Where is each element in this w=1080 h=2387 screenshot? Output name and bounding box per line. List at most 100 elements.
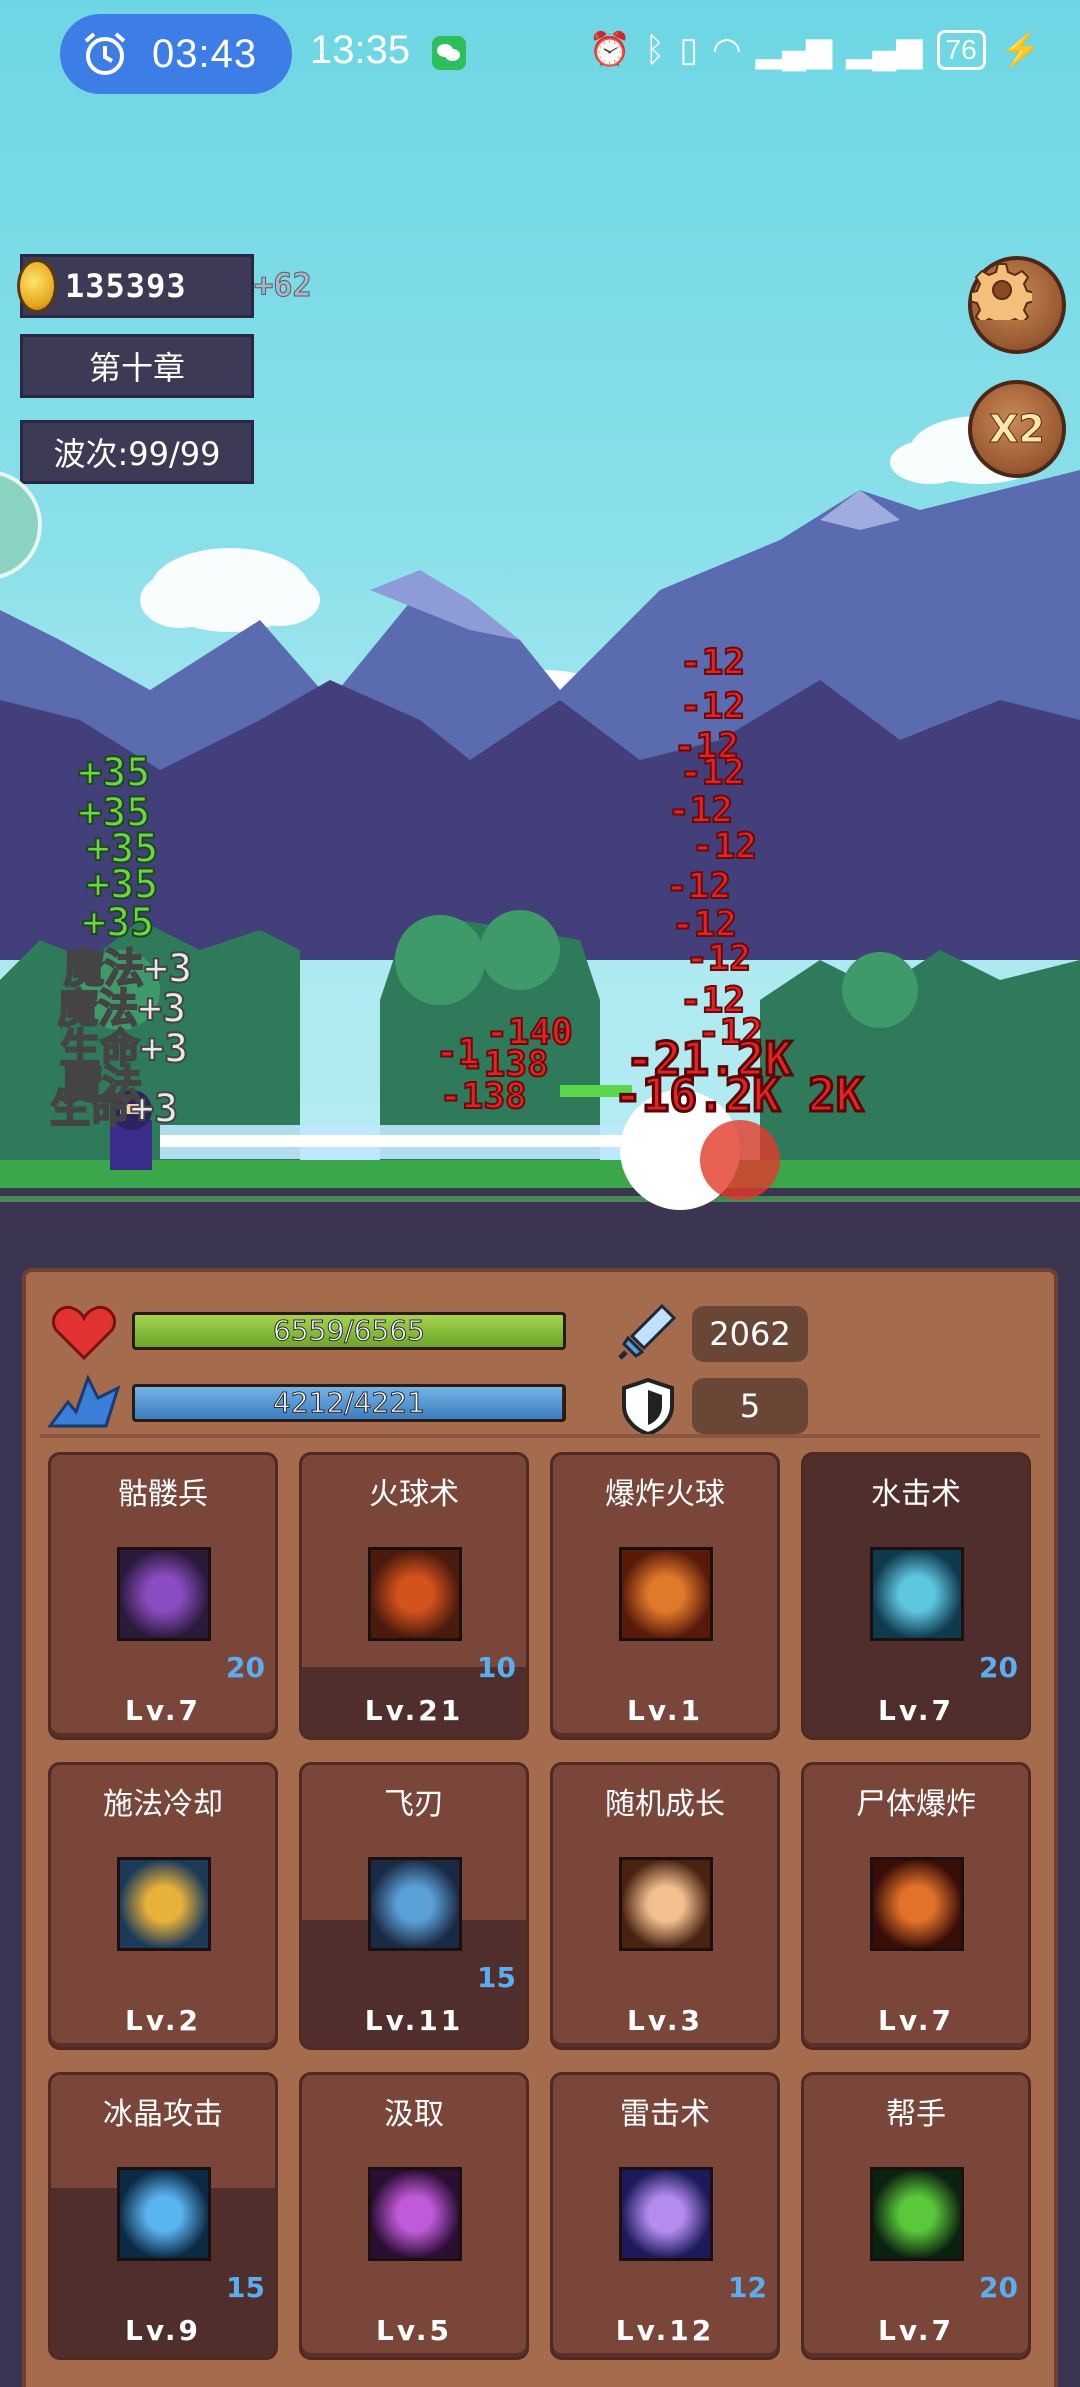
skill-card[interactable]: 雷击术 12 Lv.12 [550,2072,780,2360]
ice-crystal-icon [117,2167,211,2261]
skill-level: Lv.7 [878,1694,954,1727]
hp-bar: 6559/6565 [132,1312,566,1350]
skill-level: Lv.1 [627,1694,703,1727]
heart-icon [52,1305,116,1360]
speed-x2-button[interactable]: X2 [968,380,1066,478]
settings-button[interactable] [968,256,1066,354]
skill-level: Lv.11 [364,2004,464,2037]
skill-count: 15 [477,1961,516,1994]
damage-text-big: 2K [806,1067,864,1124]
skill-name: 水击术 [871,1477,961,1512]
mana-crystal-icon [48,1374,120,1428]
wechat-icon [432,36,466,70]
skill-name: 帮手 [886,2097,946,2132]
lightning-cooldown-icon [117,1857,211,1951]
timer-pill[interactable]: 03:43 [60,14,292,94]
skills-panel: 6559/6565 2062 4212/4221 5 骷髅兵 20 Lv.7 火球术 1… [22,1268,1058,2387]
skill-count: 10 [477,1651,516,1684]
chapter-label: 第十章 [20,334,254,398]
fist-growth-icon [619,1857,713,1951]
explosion-fireball-icon [619,1547,713,1641]
skill-level: Lv.21 [364,1694,464,1727]
wave-label: 波次:99/99 [20,420,254,484]
timer-value: 03:43 [152,31,258,76]
damage-text: -12 [679,641,746,684]
buff-text: 生命+3 [49,1085,179,1133]
damage-text: -12 [667,789,734,832]
mp-text: 4212/4221 [273,1386,426,1419]
gold-gain: +62 [254,266,313,305]
skill-card[interactable]: 随机成长 Lv.3 [550,1762,780,2050]
system-icons: ⏰ ᛒ ▯ ◠ ▂▄▆ ▂▄▆ 76 ⚡ [589,30,1042,70]
skill-name: 骷髅兵 [118,1477,208,1512]
skill-name: 尸体爆炸 [856,1787,976,1822]
skill-name: 飞刃 [384,1787,444,1822]
skill-grid: 骷髅兵 20 Lv.7 火球术 10 Lv.21 爆炸火球 Lv.1 水击术 20 Lv.7 施法冷却… [48,1452,1038,2360]
bluetooth-icon: ᛒ [644,30,666,69]
shield-icon [622,1377,674,1436]
skill-card[interactable]: 飞刃 15 Lv.11 [299,1762,529,2050]
vibrate-icon: ▯ [679,31,699,69]
skill-name: 火球术 [369,1477,459,1512]
panel-divider [40,1434,1040,1438]
gold-coin-icon [17,259,57,313]
skeleton-hand-icon [117,1547,211,1641]
skill-level: Lv.3 [627,2004,703,2037]
sword-icon [618,1303,677,1360]
mp-row: 4212/4221 5 [26,1364,1054,1436]
skill-card[interactable]: 施法冷却 Lv.2 [48,1762,278,2050]
damage-text-big: -16.2K [612,1067,781,1124]
skill-card[interactable]: 尸体爆炸 Lv.7 [801,1762,1031,2050]
damage-text: -12 [679,751,746,794]
drain-vortex-icon [368,2167,462,2261]
skill-count: 20 [979,1651,1018,1684]
slime-helper-icon [870,2167,964,2261]
wifi-icon: ◠ [712,31,742,69]
status-bar: 03:43 13:35 ⏰ ᛒ ▯ ◠ ▂▄▆ ▂▄▆ 76 ⚡ [0,0,1080,108]
damage-text: -12 [679,685,746,728]
skill-card[interactable]: 爆炸火球 Lv.1 [550,1452,780,1740]
skill-card[interactable]: 汲取 Lv.5 [299,2072,529,2360]
skill-card[interactable]: 帮手 20 Lv.7 [801,2072,1031,2360]
hp-row: 6559/6565 2062 [26,1292,1054,1362]
attack-value: 2062 [692,1306,808,1362]
charging-icon: ⚡ [999,31,1042,69]
corpse-explosion-icon [870,1857,964,1951]
damage-text: -1 [435,1031,480,1074]
damage-text: -138 [439,1075,528,1118]
skill-card[interactable]: 冰晶攻击 15 Lv.9 [48,2072,278,2360]
hp-text: 6559/6565 [273,1314,426,1347]
skill-name: 随机成长 [605,1787,725,1822]
damage-text: -12 [685,937,752,980]
gold-counter: 135393 [17,254,254,318]
gear-icon [972,263,1032,320]
skill-count: 20 [979,2271,1018,2304]
flying-blade-icon [368,1857,462,1951]
skill-level: Lv.2 [125,2004,201,2037]
clock: 13:35 [310,28,411,72]
water-swirl-icon [870,1547,964,1641]
mp-bar: 4212/4221 [132,1384,566,1422]
battle-scene: +35 +35 +35 +35 +35 魔法+3 魔法+3 生命+3 魔法 生命… [0,0,1080,1240]
skill-name: 汲取 [384,2097,444,2132]
fireball-icon [368,1547,462,1641]
skill-name: 雷击术 [620,2097,710,2132]
skill-name: 冰晶攻击 [103,2097,223,2132]
gold-value: 135393 [65,267,187,305]
skill-card[interactable]: 水击术 20 Lv.7 [801,1452,1031,1740]
skill-level: Lv.5 [376,2314,452,2347]
skill-card[interactable]: 火球术 10 Lv.21 [299,1452,529,1740]
signal-icon: ▂▄▆ [755,31,833,69]
skill-level: Lv.7 [878,2314,954,2347]
alarm-clock-icon [84,32,126,75]
defense-value: 5 [692,1378,808,1434]
skill-name: 施法冷却 [103,1787,223,1822]
damage-text: -12 [691,825,758,868]
skill-level: Lv.7 [125,1694,201,1727]
skill-count: 12 [728,2271,767,2304]
skill-level: Lv.12 [615,2314,715,2347]
skill-card[interactable]: 骷髅兵 20 Lv.7 [48,1452,278,1740]
thunder-strike-icon [619,2167,713,2261]
damage-text: -12 [665,865,732,908]
skill-level: Lv.7 [878,2004,954,2037]
